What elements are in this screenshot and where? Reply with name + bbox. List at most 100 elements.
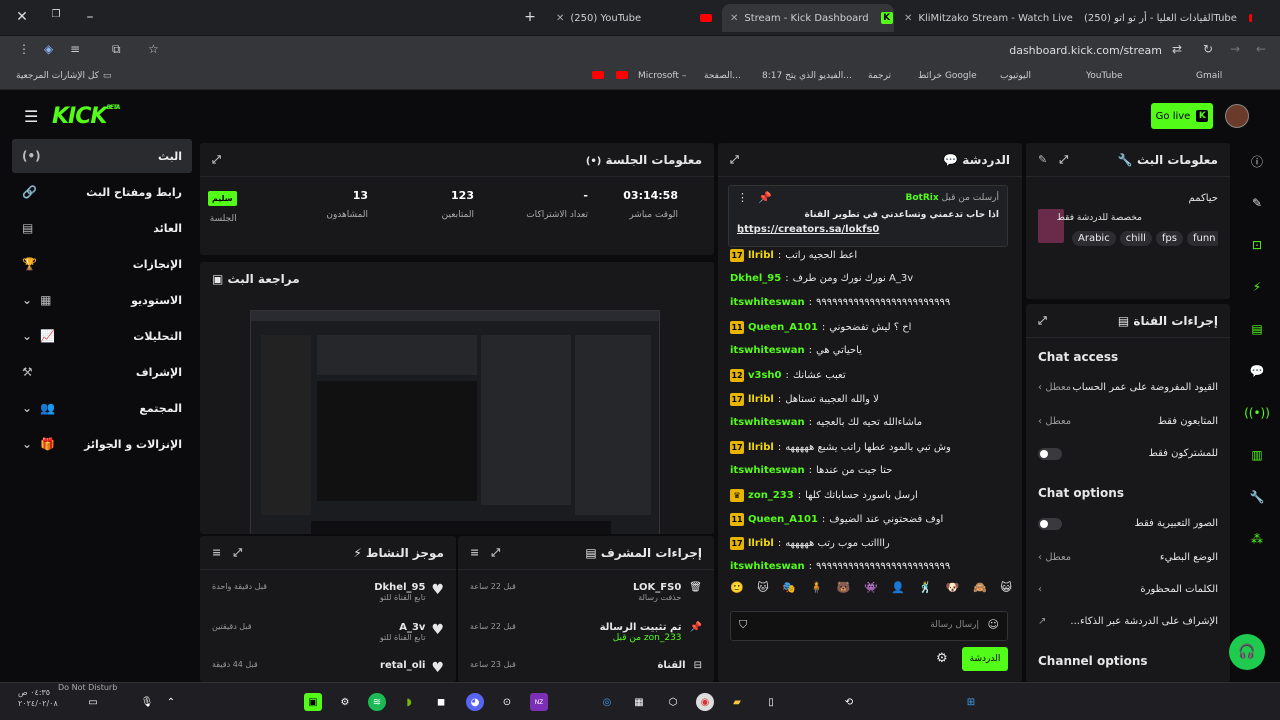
folder-icon[interactable]: ▰ (728, 693, 746, 711)
expand-icon[interactable]: ⤢ (491, 546, 500, 560)
stream-preview[interactable] (250, 310, 660, 534)
emote-icon[interactable]: 🎭 (782, 581, 796, 594)
emoji-icon[interactable]: ☺ (988, 618, 999, 631)
emote-icon[interactable]: 😺 (1000, 581, 1011, 594)
steam-icon[interactable]: ⊙ (498, 693, 516, 711)
notification-icon[interactable]: ▭ (84, 693, 102, 711)
document-icon[interactable]: ▤ (1243, 315, 1271, 343)
chat-username[interactable]: itswhiteswan (730, 561, 805, 572)
sidebar-item-moderation[interactable]: الإشراف ⚒ (12, 355, 192, 389)
bookmark-video[interactable]: 8:17 الفيديو الذي يتح... (762, 71, 852, 81)
tab-youtube[interactable]: ✕ (250) YouTube (548, 4, 720, 32)
chat-username[interactable]: Queen_A101 (748, 322, 818, 333)
chevron-down-icon[interactable]: ⌄ (737, 223, 746, 236)
avatar[interactable] (1225, 104, 1249, 128)
minimize-window-icon[interactable]: – (80, 9, 100, 25)
emote-icon[interactable]: 🙈 (973, 581, 987, 594)
tune-icon[interactable]: ≡ (70, 42, 80, 56)
bookmark-maps[interactable]: خرائط Google (918, 71, 977, 81)
chevron-up-icon[interactable]: ⌃ (162, 693, 180, 711)
community-icon[interactable]: ⁂ (1243, 525, 1271, 553)
menu-dots-icon[interactable]: ⋮ (18, 42, 30, 56)
emote-icon[interactable]: 🧍 (810, 581, 824, 594)
pinned-user[interactable]: BotRix (906, 193, 939, 203)
bookmark-gmail[interactable]: Gmail (1196, 71, 1222, 81)
layout-icon[interactable]: ▥ (1243, 441, 1271, 469)
emote-icon[interactable]: 🙂 (730, 581, 744, 594)
lightning-icon[interactable]: ⚡ (1243, 273, 1271, 301)
history-icon[interactable]: ⟲ (840, 693, 858, 711)
hamburger-icon[interactable]: ☰ (24, 107, 38, 126)
wrench-icon[interactable]: 🔧 (1243, 483, 1271, 511)
back-icon[interactable]: ← (1256, 42, 1266, 56)
tab-kick-dashboard[interactable]: ✕ Stream - Kick Dashboard K (722, 4, 894, 32)
site-settings-icon[interactable]: ⇄ (1172, 42, 1182, 56)
emote-icon[interactable]: 🐻 (837, 581, 851, 594)
app-icon[interactable]: ▣ (304, 693, 322, 711)
file-icon[interactable]: ▯ (762, 693, 780, 711)
chat-input[interactable]: إرسال رسالة ☺ ⛉ (730, 611, 1008, 641)
spotify-icon[interactable]: ≋ (368, 693, 386, 711)
bookmark-all[interactable]: كل الإشارات المرجعية ▭ (16, 71, 111, 81)
emote-icon[interactable]: 🐶 (946, 581, 960, 594)
sidebar-item-achievements[interactable]: الإنجازات 🏆 (12, 247, 192, 281)
gear-icon[interactable]: ⚙ (336, 693, 354, 711)
sidebar-item-stream-key[interactable]: رابط ومفتاح البث 🔗 (12, 175, 192, 209)
windows-icon[interactable]: ⊞ (962, 693, 980, 711)
support-button[interactable]: 🎧 (1229, 634, 1265, 670)
sidebar-item-revenue[interactable]: العائد ▤ (12, 211, 192, 245)
emote-icon[interactable]: 🐱 (757, 581, 768, 594)
chat-username[interactable]: itswhiteswan (730, 345, 805, 356)
url-input[interactable]: dashboard.kick.com/stream (1009, 44, 1162, 57)
gear-icon[interactable]: ⚙ (936, 651, 948, 666)
sidebar-item-drops[interactable]: الإنزالات و الجوائز 🎁 ⌄ (12, 427, 192, 461)
expand-icon[interactable]: ⤢ (1059, 153, 1068, 167)
sidebar-item-studio[interactable]: الاستوديو ▦ ⌄ (12, 283, 192, 317)
microphone-icon[interactable]: 🎙 (138, 693, 156, 711)
tab-close-icon[interactable]: ✕ (556, 13, 564, 24)
setting-followers-only[interactable]: المتابعون فقط معطل › (1038, 416, 1218, 427)
sidebar-item-community[interactable]: المجتمع 👥 ⌄ (12, 391, 192, 425)
filter-icon[interactable]: ≡ (470, 546, 479, 560)
chrome-icon[interactable]: ◉ (696, 693, 714, 711)
expand-icon[interactable]: ⤢ (212, 153, 221, 167)
setting-banned-words[interactable]: الكلمات المحظورة › (1038, 584, 1218, 595)
capture-icon[interactable]: ⊡ (1243, 231, 1271, 259)
bookmark-microsoft[interactable]: Microsoft – (638, 71, 686, 81)
expand-icon[interactable]: ⤢ (1038, 314, 1047, 328)
tab-youtube-2[interactable]: (250) القيادات العليا - أر تو اتوTube (1076, 4, 1252, 32)
close-window-icon[interactable]: ✕ (12, 9, 32, 25)
tag[interactable]: Arabic (1072, 231, 1116, 246)
tag[interactable]: fps (1155, 231, 1183, 246)
filter-icon[interactable]: ≡ (212, 546, 221, 560)
bookmark-yt-b[interactable] (616, 71, 628, 79)
sidebar-item-stream[interactable]: البث (•) (12, 139, 192, 173)
emote-icon[interactable]: 🕺 (919, 581, 933, 594)
chat-username[interactable]: llribl (748, 394, 774, 405)
go-live-button[interactable]: Go live K (1151, 103, 1213, 129)
forward-icon[interactable]: → (1230, 42, 1240, 56)
broadcast-icon[interactable]: ((•)) (1243, 399, 1271, 427)
edit-icon[interactable]: ✎ (1038, 153, 1047, 167)
chat-username[interactable]: zon_233 (748, 490, 794, 501)
chat-username[interactable]: Dkhel_95 (730, 273, 781, 284)
obs-icon[interactable]: ⬡ (664, 693, 682, 711)
reload-icon[interactable]: ↻ (1203, 42, 1213, 56)
tag[interactable]: chill (1119, 231, 1152, 246)
bookmark-star-icon[interactable]: ☆ (148, 42, 159, 56)
mod-action-user[interactable]: LOK_FS0 (633, 582, 681, 593)
bookmark-youtube-ar[interactable]: اليوتيوب (1000, 71, 1031, 81)
activity-user[interactable]: A_3v (380, 622, 425, 633)
pencil-icon[interactable]: ✎ (1243, 189, 1271, 217)
nzxt-icon[interactable]: NZ (530, 693, 548, 711)
subscribers-toggle[interactable] (1038, 448, 1062, 460)
kick-logo[interactable]: KICKBETA (52, 104, 120, 129)
chat-icon[interactable]: 💬 (1243, 357, 1271, 385)
info-icon[interactable]: ⓘ (1243, 147, 1271, 175)
bookmark-translate[interactable]: ترجمة (868, 71, 891, 81)
extensions-puzzle-icon[interactable]: ⧉ (112, 42, 121, 57)
tab-klimitzako[interactable]: ✕ KliMitzako Stream - Watch Live K (896, 4, 1074, 32)
bookmark-page[interactable]: الصفحة... (704, 71, 741, 81)
setting-ai-moderation[interactable]: الإشراف على الدردشة عبر الذكاء... ↗ (1038, 616, 1218, 627)
chat-username[interactable]: llribl (748, 538, 774, 549)
